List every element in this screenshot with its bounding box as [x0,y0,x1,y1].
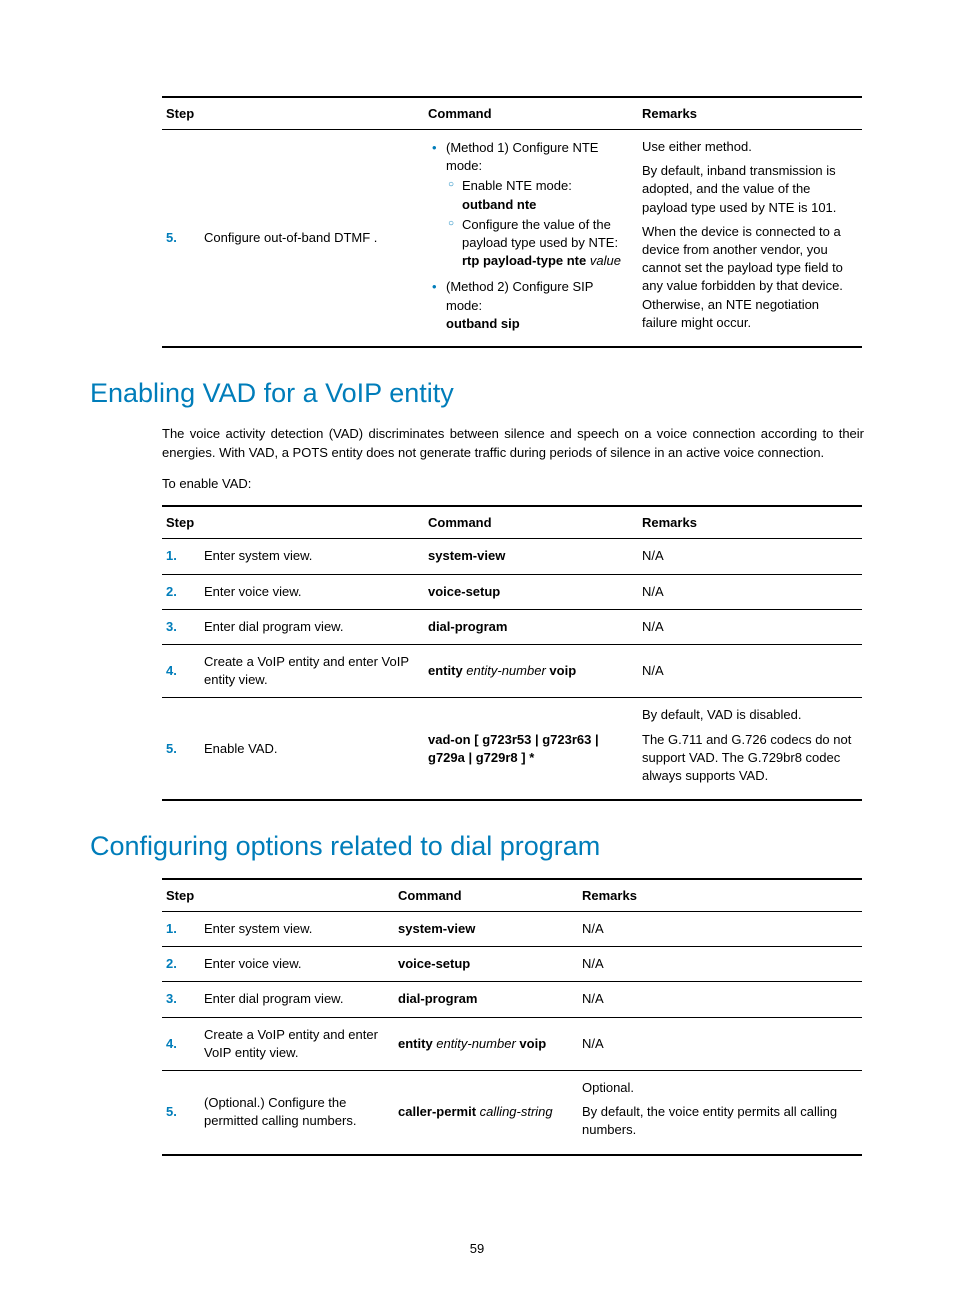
table-header-row: Step Command Remarks [162,506,862,539]
command-arg: entity-number [436,1036,515,1051]
table-header-row: Step Command Remarks [162,97,862,130]
step-desc: Create a VoIP entity and enter VoIP enti… [200,1017,394,1070]
col-cmd-header: Command [394,879,578,912]
step-number: 4. [162,1017,200,1070]
step-command: dial-program [394,982,578,1017]
section-heading-vad: Enabling VAD for a VoIP entity [90,378,864,409]
step-remarks: N/A [638,539,862,574]
step-number: 5. [162,698,200,800]
command-text: outband nte [462,197,536,212]
table-row: 2. Enter voice view. voice-setup N/A [162,947,862,982]
step-remarks: N/A [638,609,862,644]
step-command: system-view [424,539,638,574]
step-command: caller-permit calling-string [394,1071,578,1155]
step-command: system-view [394,912,578,947]
step-command: vad-on [ g723r53 | g723r63 | g729a | g72… [424,698,638,800]
step-remarks: N/A [638,574,862,609]
remark-text: By default, inband transmission is adopt… [642,162,852,217]
step-desc: Enter voice view. [200,947,394,982]
step-desc: Enter dial program view. [200,982,394,1017]
step-command: entity entity-number voip [394,1017,578,1070]
step-number: 5. [162,1071,200,1155]
step-command: entity entity-number voip [424,644,638,697]
table-row: 4. Create a VoIP entity and enter VoIP e… [162,644,862,697]
step-remarks: By default, VAD is disabled. The G.711 a… [638,698,862,800]
remark-text: The G.711 and G.726 codecs do not suppor… [642,731,852,786]
command-text: voip [549,663,576,678]
col-step-header: Step [162,506,424,539]
col-step-header: Step [162,97,424,130]
remark-text: Use either method. [642,138,852,156]
command-text: caller-permit [398,1104,476,1119]
command-text: rtp payload-type nte [462,253,586,268]
step-desc: Create a VoIP entity and enter VoIP enti… [200,644,424,697]
page-number: 59 [0,1241,954,1256]
command-arg: calling-string [480,1104,553,1119]
remark-text: Optional. [582,1079,852,1097]
table-row: 5. (Optional.) Configure the permitted c… [162,1071,862,1155]
remark-text: By default, VAD is disabled. [642,706,852,724]
table-row: 4. Create a VoIP entity and enter VoIP e… [162,1017,862,1070]
sub-item-text: Enable NTE mode: [462,178,572,193]
paragraph: The voice activity detection (VAD) discr… [90,425,864,463]
step-number: 3. [162,609,200,644]
step-command: (Method 1) Configure NTE mode: Enable NT… [424,130,638,347]
step-desc: Enter system view. [200,539,424,574]
command-text: voip [519,1036,546,1051]
step-remarks: Use either method. By default, inband tr… [638,130,862,347]
step-desc: Configure out-of-band DTMF . [200,130,424,347]
step-number: 3. [162,982,200,1017]
col-remarks-header: Remarks [638,97,862,130]
step-remarks: N/A [578,912,862,947]
step-number: 5. [162,130,200,347]
sub-item-text: Configure the value of the payload type … [462,217,618,250]
dtmf-table: Step Command Remarks 5. Configure out-of… [162,96,862,348]
table-row: 5. Enable VAD. vad-on [ g723r53 | g723r6… [162,698,862,800]
step-remarks: N/A [578,982,862,1017]
step-number: 1. [162,912,200,947]
col-step-header: Step [162,879,394,912]
col-remarks-header: Remarks [578,879,862,912]
method2-label: (Method 2) Configure SIP mode: [446,279,593,312]
step-remarks: N/A [638,644,862,697]
step-desc: Enter dial program view. [200,609,424,644]
step-command: voice-setup [424,574,638,609]
col-cmd-header: Command [424,97,638,130]
step-remarks: N/A [578,947,862,982]
step-desc: Enter system view. [200,912,394,947]
step-desc: Enable VAD. [200,698,424,800]
col-cmd-header: Command [424,506,638,539]
table-row: 2. Enter voice view. voice-setup N/A [162,574,862,609]
remark-text: When the device is connected to a device… [642,223,852,332]
section-heading-dialprogram: Configuring options related to dial prog… [90,831,864,862]
table-row: 3. Enter dial program view. dial-program… [162,982,862,1017]
table-row: 5. Configure out-of-band DTMF . (Method … [162,130,862,347]
table-row: 3. Enter dial program view. dial-program… [162,609,862,644]
step-number: 2. [162,947,200,982]
step-remarks: N/A [578,1017,862,1070]
table-header-row: Step Command Remarks [162,879,862,912]
step-command: voice-setup [394,947,578,982]
paragraph: To enable VAD: [90,475,864,494]
step-desc: (Optional.) Configure the permitted call… [200,1071,394,1155]
command-arg: entity-number [466,663,545,678]
step-number: 1. [162,539,200,574]
method1-label: (Method 1) Configure NTE mode: [446,140,598,173]
step-desc: Enter voice view. [200,574,424,609]
col-remarks-header: Remarks [638,506,862,539]
command-text: outband sip [446,316,520,331]
table-row: 1. Enter system view. system-view N/A [162,539,862,574]
step-number: 2. [162,574,200,609]
step-remarks: Optional. By default, the voice entity p… [578,1071,862,1155]
vad-table: Step Command Remarks 1. Enter system vie… [162,505,862,801]
step-command: dial-program [424,609,638,644]
remark-text: By default, the voice entity permits all… [582,1103,852,1139]
command-arg: value [590,253,621,268]
command-text: entity [428,663,463,678]
command-text: entity [398,1036,433,1051]
step-number: 4. [162,644,200,697]
dialprogram-table: Step Command Remarks 1. Enter system vie… [162,878,862,1156]
command-text: vad-on [428,732,471,747]
table-row: 1. Enter system view. system-view N/A [162,912,862,947]
